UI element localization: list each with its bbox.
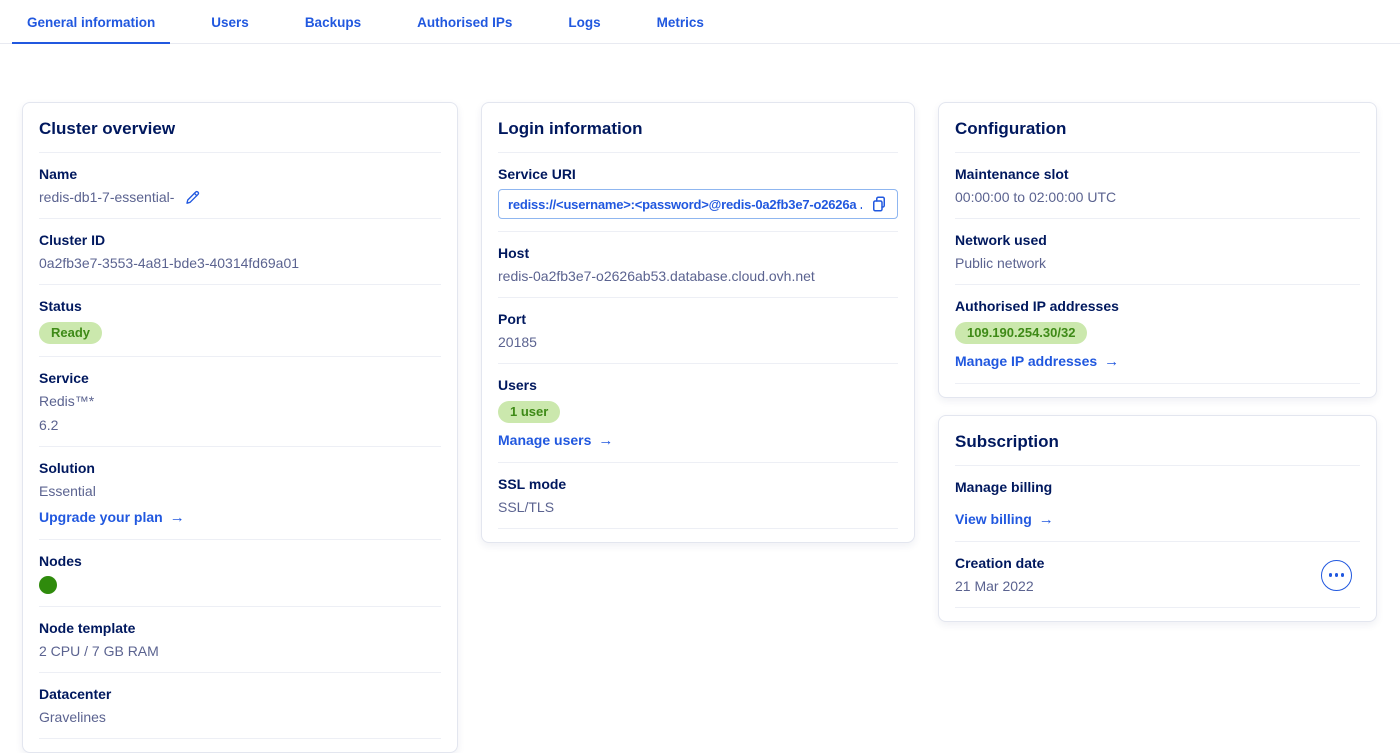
- ellipsis-icon: [1329, 573, 1333, 577]
- name-value: redis-db1-7-essential-: [39, 189, 174, 206]
- edit-name-button[interactable]: [184, 189, 201, 206]
- users-count-badge: 1 user: [498, 401, 560, 423]
- ellipsis-icon: [1335, 573, 1339, 577]
- link-label: Manage IP addresses: [955, 353, 1097, 370]
- authorised-ips-field: Authorised IP addresses 109.190.254.30/3…: [955, 285, 1360, 383]
- pencil-icon: [184, 189, 201, 206]
- nodes-label: Nodes: [39, 553, 441, 570]
- login-information-card: Login information Service URI rediss://<…: [481, 102, 915, 543]
- cluster-id-field: Cluster ID 0a2fb3e7-3553-4a81-bde3-40314…: [39, 219, 441, 284]
- ssl-mode-value: SSL/TLS: [498, 499, 898, 516]
- tab-label: General information: [27, 15, 155, 30]
- service-uri-box: rediss://<username>:<password>@redis-0a2…: [498, 189, 898, 219]
- maintenance-slot-field: Maintenance slot 00:00:00 to 02:00:00 UT…: [955, 153, 1360, 218]
- tab-authorised-ips[interactable]: Authorised IPs: [402, 0, 527, 44]
- copy-uri-button[interactable]: [870, 195, 888, 213]
- datacenter-label: Datacenter: [39, 686, 441, 703]
- port-field: Port 20185: [498, 298, 898, 363]
- nodes-field: Nodes: [39, 540, 441, 606]
- manage-billing-field: Manage billing View billing →: [955, 466, 1360, 541]
- creation-date-field: Creation date 21 Mar 2022: [955, 542, 1360, 607]
- cluster-id-label: Cluster ID: [39, 232, 441, 249]
- users-label: Users: [498, 377, 898, 394]
- general-information-panel: Cluster overview Name redis-db1-7-essent…: [0, 102, 1400, 753]
- port-label: Port: [498, 311, 898, 328]
- cluster-overview-card: Cluster overview Name redis-db1-7-essent…: [22, 102, 458, 753]
- creation-date-label: Creation date: [955, 555, 1044, 572]
- link-label: Upgrade your plan: [39, 509, 163, 526]
- link-label: View billing: [955, 511, 1032, 528]
- more-actions-button[interactable]: [1321, 560, 1352, 591]
- service-uri-value: rediss://<username>:<password>@redis-0a2…: [508, 197, 862, 212]
- arrow-right-icon: →: [170, 509, 185, 526]
- host-value: redis-0a2fb3e7-o2626ab53.database.cloud.…: [498, 268, 898, 285]
- node-template-field: Node template 2 CPU / 7 GB RAM: [39, 607, 441, 672]
- host-label: Host: [498, 245, 898, 262]
- arrow-right-icon: →: [598, 432, 613, 449]
- name-label: Name: [39, 166, 441, 183]
- node-template-label: Node template: [39, 620, 441, 637]
- ssl-mode-field: SSL mode SSL/TLS: [498, 463, 898, 528]
- status-badge: Ready: [39, 322, 102, 344]
- maintenance-slot-label: Maintenance slot: [955, 166, 1360, 183]
- service-uri-label: Service URI: [498, 166, 898, 183]
- tab-metrics[interactable]: Metrics: [642, 0, 719, 44]
- solution-label: Solution: [39, 460, 441, 477]
- tab-label: Users: [211, 15, 249, 30]
- network-used-label: Network used: [955, 232, 1360, 249]
- service-engine-value: Redis™*: [39, 393, 441, 410]
- network-used-value: Public network: [955, 255, 1360, 272]
- arrow-right-icon: →: [1039, 511, 1054, 528]
- tab-label: Logs: [568, 15, 600, 30]
- link-label: Manage users: [498, 432, 591, 449]
- datacenter-value: Gravelines: [39, 709, 441, 726]
- service-version-value: 6.2: [39, 417, 441, 434]
- arrow-right-icon: →: [1104, 353, 1119, 370]
- manage-users-link[interactable]: Manage users →: [498, 432, 613, 449]
- node-template-value: 2 CPU / 7 GB RAM: [39, 643, 441, 660]
- port-value: 20185: [498, 334, 898, 351]
- datacenter-field: Datacenter Gravelines: [39, 673, 441, 738]
- users-field: Users 1 user Manage users →: [498, 364, 898, 462]
- configuration-card: Configuration Maintenance slot 00:00:00 …: [938, 102, 1377, 398]
- service-uri-field: Service URI rediss://<username>:<passwor…: [498, 153, 898, 231]
- solution-field: Solution Essential Upgrade your plan →: [39, 447, 441, 539]
- solution-value: Essential: [39, 483, 441, 500]
- tab-general-information[interactable]: General information: [12, 0, 170, 44]
- ellipsis-icon: [1341, 573, 1345, 577]
- tab-label: Metrics: [657, 15, 704, 30]
- maintenance-slot-value: 00:00:00 to 02:00:00 UTC: [955, 189, 1360, 206]
- host-field: Host redis-0a2fb3e7-o2626ab53.database.c…: [498, 232, 898, 297]
- manage-billing-label: Manage billing: [955, 479, 1360, 496]
- card-title: Subscription: [955, 432, 1360, 465]
- cluster-id-value: 0a2fb3e7-3553-4a81-bde3-40314fd69a01: [39, 255, 441, 272]
- right-column: Configuration Maintenance slot 00:00:00 …: [938, 102, 1377, 622]
- card-title: Configuration: [955, 119, 1360, 152]
- authorised-ips-label: Authorised IP addresses: [955, 298, 1360, 315]
- service-field: Service Redis™* 6.2: [39, 357, 441, 446]
- tab-users[interactable]: Users: [196, 0, 264, 44]
- upgrade-plan-link[interactable]: Upgrade your plan →: [39, 509, 185, 526]
- creation-date-value: 21 Mar 2022: [955, 578, 1044, 595]
- status-label: Status: [39, 298, 441, 315]
- tab-bar: General information Users Backups Author…: [0, 0, 1400, 44]
- network-used-field: Network used Public network: [955, 219, 1360, 284]
- card-title: Cluster overview: [39, 119, 441, 152]
- tab-logs[interactable]: Logs: [553, 0, 615, 44]
- node-status-dot-icon: [39, 576, 57, 594]
- view-billing-link[interactable]: View billing →: [955, 511, 1054, 528]
- service-label: Service: [39, 370, 441, 387]
- tab-label: Authorised IPs: [417, 15, 512, 30]
- copy-icon: [870, 195, 888, 213]
- ssl-mode-label: SSL mode: [498, 476, 898, 493]
- tab-label: Backups: [305, 15, 361, 30]
- subscription-card: Subscription Manage billing View billing…: [938, 415, 1377, 622]
- name-field: Name redis-db1-7-essential-: [39, 153, 441, 218]
- status-field: Status Ready: [39, 285, 441, 356]
- card-title: Login information: [498, 119, 898, 152]
- tab-backups[interactable]: Backups: [290, 0, 376, 44]
- manage-ip-addresses-link[interactable]: Manage IP addresses →: [955, 353, 1119, 370]
- ip-address-badge: 109.190.254.30/32: [955, 322, 1087, 344]
